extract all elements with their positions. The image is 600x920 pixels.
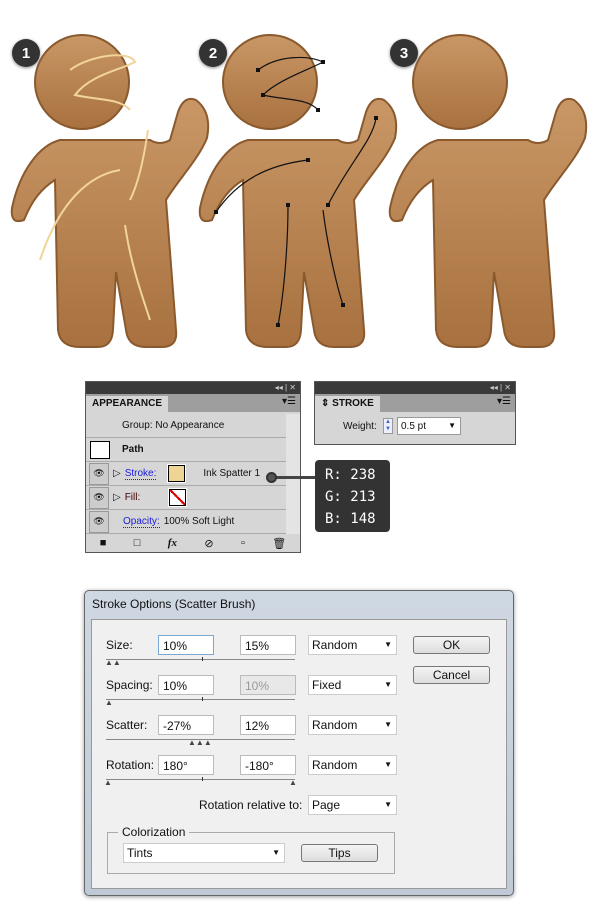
opacity-link[interactable]: Opacity: xyxy=(123,516,160,528)
rotation-min-input[interactable]: 180° xyxy=(158,755,214,775)
weight-dropdown[interactable]: 0.5 pt ▼ xyxy=(397,417,461,435)
step-badge-2: 2 xyxy=(199,39,227,67)
rotation-slider-max[interactable]: ▲ xyxy=(289,778,297,787)
size-slider-handles[interactable]: ▲▲ xyxy=(105,658,121,667)
eye-icon[interactable]: 👁 xyxy=(89,510,109,533)
group-label: Group: No Appearance xyxy=(122,420,225,431)
add-fill-icon[interactable]: □ xyxy=(134,537,141,549)
spacing-slider-handle[interactable]: ▲ xyxy=(105,698,113,707)
fill-none-swatch[interactable] xyxy=(168,488,188,507)
clear-icon[interactable]: ⊘ xyxy=(204,537,213,550)
spacing-min-input[interactable]: 10% xyxy=(158,675,214,695)
stroke-panel: ◂◂ | ✕ ⇕ STROKE ▾☰ Weight: ▲ ▼ 0.5 pt ▼ xyxy=(314,381,516,445)
stroke-options-dialog: Stroke Options (Scatter Brush) Size: 10%… xyxy=(84,590,514,896)
step-badge-1: 1 xyxy=(12,39,40,67)
tab-appearance[interactable]: APPEARANCE xyxy=(86,396,169,412)
scatter-max-input[interactable]: 12% xyxy=(240,715,296,735)
spacing-label: Spacing: xyxy=(106,678,153,692)
weight-stepper[interactable]: ▲ ▼ xyxy=(383,418,393,434)
panel-collapse-close[interactable]: ◂◂ | ✕ xyxy=(315,382,515,394)
b-value: B: 148 xyxy=(325,511,376,527)
eye-icon[interactable]: 👁 xyxy=(89,486,109,509)
cancel-button[interactable]: Cancel xyxy=(413,666,490,684)
scatter-min-input[interactable]: -27% xyxy=(158,715,214,735)
size-min-input[interactable]: 10% xyxy=(158,635,214,655)
spacing-max-input: 10% xyxy=(240,675,296,695)
stroke-swatch[interactable] xyxy=(167,464,187,483)
add-stroke-icon[interactable]: ■ xyxy=(100,537,107,549)
opacity-value: 100% Soft Light xyxy=(163,516,235,527)
size-max-input[interactable]: 15% xyxy=(240,635,296,655)
trash-icon[interactable]: 🗑 xyxy=(272,537,286,550)
ok-button[interactable]: OK xyxy=(413,636,490,654)
panel-menu-icon[interactable]: ▾☰ xyxy=(282,396,296,407)
stroke-link[interactable]: Stroke: xyxy=(124,468,157,480)
rotation-mode-select[interactable]: Random xyxy=(308,755,397,775)
eye-icon[interactable]: 👁 xyxy=(89,462,109,485)
panel-collapse-close[interactable]: ◂◂ | ✕ xyxy=(86,382,300,394)
rotation-slider-min[interactable]: ▲ xyxy=(104,778,112,787)
scatter-slider-handles[interactable]: ▲▲▲ xyxy=(188,738,212,747)
rotation-label: Rotation: xyxy=(106,758,155,772)
gingerbread-2 xyxy=(198,34,398,348)
tips-button[interactable]: Tips xyxy=(301,844,378,862)
expand-triangle-icon[interactable]: ▷ xyxy=(113,492,121,503)
gingerbread-3 xyxy=(388,34,588,348)
rotation-relative-label: Rotation relative to: xyxy=(199,798,303,812)
step-badge-3: 3 xyxy=(390,39,418,67)
scatter-mode-select[interactable]: Random xyxy=(308,715,397,735)
colorization-label: Colorization xyxy=(118,825,190,839)
g-value: G: 213 xyxy=(325,489,376,505)
spacing-mode-select[interactable]: Fixed xyxy=(308,675,397,695)
scrollbar[interactable] xyxy=(286,414,300,534)
gingerbread-illustrations xyxy=(10,34,588,348)
dialog-title: Stroke Options (Scatter Brush) xyxy=(92,597,256,611)
colorization-select[interactable]: Tints xyxy=(123,843,285,863)
r-value: R: 238 xyxy=(325,467,376,483)
size-mode-select[interactable]: Random xyxy=(308,635,397,655)
duplicate-icon[interactable]: ▫ xyxy=(241,537,245,549)
scatter-label: Scatter: xyxy=(106,718,148,732)
fill-label[interactable]: Fill: xyxy=(125,492,141,503)
fx-icon[interactable]: fx xyxy=(168,537,177,549)
panel-menu-icon[interactable]: ▾☰ xyxy=(497,396,511,407)
rotation-max-input[interactable]: -180° xyxy=(240,755,296,775)
path-label: Path xyxy=(122,444,144,455)
stroke-brush-name: Ink Spatter 1 xyxy=(203,468,261,479)
rotation-relative-select[interactable]: Page xyxy=(308,795,397,815)
weight-label: Weight: xyxy=(343,421,377,432)
callout-dot xyxy=(266,472,277,483)
panel-footer: ■ □ fx ⊘ ▫ 🗑 xyxy=(86,534,300,552)
size-label: Size: xyxy=(106,638,133,652)
appearance-panel: ◂◂ | ✕ APPEARANCE ▾☰ Group: No Appearance… xyxy=(85,381,301,553)
expand-triangle-icon[interactable]: ▷ xyxy=(113,468,121,479)
tab-stroke[interactable]: ⇕ STROKE xyxy=(315,396,380,412)
rgb-callout: R: 238 G: 213 B: 148 xyxy=(315,460,390,532)
gingerbread-1 xyxy=(10,34,210,348)
path-thumbnail xyxy=(90,440,110,459)
